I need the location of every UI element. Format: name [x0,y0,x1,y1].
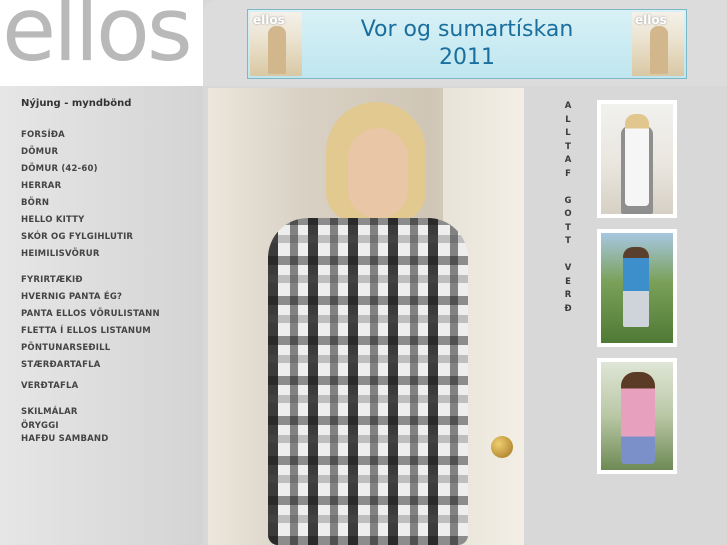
nav-item-pontunarsedill[interactable]: PÖNTUNARSEÐILL [21,340,160,357]
logo-text: ellos [2,0,193,81]
slogan-letter: R [564,290,572,300]
hero-plaid-shirt [268,218,468,545]
nav-item-oryggi[interactable]: ÖRYGGI [21,420,160,433]
slogan-vertical-text: A L L T A F G O T T V E R Ð [563,100,573,316]
spring-summer-banner[interactable]: ellos Vor og sumartískan 2011 ellos [247,9,687,79]
nav-item-fletta-lista[interactable]: FLETTA Í ELLOS LISTANUM [21,323,160,340]
thumb-boy-bicycle[interactable] [597,229,677,347]
nav-item-herrar[interactable]: HERRAR [21,178,160,195]
slogan-letter: F [565,168,571,179]
nav-video-link[interactable]: Nýjung - myndbönd [21,98,160,109]
nav-item-skor[interactable]: SKÓR OG FYLGIHLUTIR [21,229,160,246]
left-column: ellos Nýjung - myndbönd FORSÍÐA DÖMUR DÖ… [0,0,203,545]
thumb-image [601,362,673,470]
slogan-letter: T [565,141,571,152]
nav-item-fyrirtaekid[interactable]: FYRIRTÆKIÐ [21,272,160,289]
nav-item-verdtafla[interactable]: VERÐTAFLA [21,378,160,395]
nav-item-heimilisvorur[interactable]: HEIMILISVÖRUR [21,246,160,263]
slogan-letter: T [565,236,571,246]
thumb-image [601,104,673,214]
banner-catalog-thumb-right: ellos [632,12,684,76]
thumb-image [601,233,673,343]
slogan-letter: L [565,128,571,138]
banner-line1: Vor og sumartískan [360,17,574,42]
slogan-letter: V [564,263,572,273]
nav-item-hvernig-panta[interactable]: HVERNIG PANTA ÉG? [21,289,160,306]
slogan-letter: G [564,195,572,206]
hero-model-face [348,128,408,218]
thumb-women-white-dress[interactable] [597,100,677,218]
nav-item-domur[interactable]: DÖMUR [21,144,160,161]
slogan-letter: A [564,101,572,111]
main-navigation: Nýjung - myndbönd FORSÍÐA DÖMUR DÖMUR (4… [21,98,160,446]
slogan-letter: E [565,276,571,287]
nav-item-staerdartafla[interactable]: STÆRÐARTAFLA [21,357,160,374]
nav-item-born[interactable]: BÖRN [21,195,160,212]
hero-door-knob [491,436,513,458]
banner-model-figure [650,26,668,74]
banner-thumb-logo: ellos [635,13,667,27]
slogan-letter: T [565,222,571,233]
nav-item-hello-kitty[interactable]: HELLO KITTY [21,212,160,229]
slogan-letter: L [565,114,571,125]
nav-item-panta-vorulista[interactable]: PANTA ELLOS VÖRULISTANN [21,306,160,323]
banner-headline: Vor og sumartískan 2011 [306,16,628,72]
banner-catalog-thumb-left: ellos [250,12,302,76]
thumb-girl-pink-dress[interactable] [597,358,677,474]
nav-item-domur-42-60[interactable]: DÖMUR (42-60) [21,161,160,178]
nav-item-hafdu-samband[interactable]: HAFÐU SAMBAND [21,433,160,446]
slogan-letter: O [564,209,572,219]
banner-model-figure [268,26,286,74]
hero-model-photo [208,88,524,545]
page: ellos Nýjung - myndbönd FORSÍÐA DÖMUR DÖ… [0,0,727,545]
banner-line2: 2011 [439,45,495,70]
banner-thumb-logo: ellos [253,13,285,27]
nav-item-forsida[interactable]: FORSÍÐA [21,127,160,144]
nav-item-skilmalar[interactable]: SKILMÁLAR [21,404,160,420]
ellos-logo[interactable]: ellos [0,0,203,86]
slogan-letter: A [564,155,572,165]
slogan-letter: Ð [564,303,572,314]
